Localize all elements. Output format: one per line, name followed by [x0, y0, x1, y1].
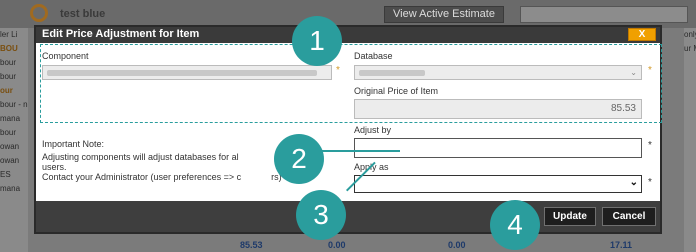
view-active-estimate-button[interactable]: View Active Estimate [384, 6, 504, 23]
background-right-panel: only ur M [684, 28, 696, 252]
background-user-name: test blue [60, 8, 106, 20]
bg-right-text: ur M [684, 44, 696, 53]
bg-left-text: BOU [0, 44, 18, 53]
bg-right-text: only [684, 30, 696, 39]
apply-as-required-marker: * [648, 177, 652, 188]
bg-left-text: ES [0, 170, 11, 179]
adjust-by-input[interactable] [354, 138, 642, 158]
bg-left-text: owan [0, 142, 20, 151]
dialog-title-bar: Edit Price Adjustment for Item X [36, 27, 660, 43]
callout-badge-4: 4 [490, 200, 540, 250]
background-topbar: test blue View Active Estimate [0, 0, 696, 28]
app-logo-icon [30, 4, 48, 22]
dialog-title: Edit Price Adjustment for Item [42, 28, 200, 40]
close-button[interactable]: X [628, 28, 656, 41]
bg-bottom-value: 17.11 [610, 240, 633, 250]
callout-connector-2 [322, 150, 400, 152]
bg-left-text: bour [0, 72, 17, 81]
bg-left-text: our [0, 86, 13, 95]
bg-left-text: bour [0, 58, 17, 67]
background-left-panel: ler Li BOU bour bour our bour - n mana b… [0, 28, 28, 252]
bg-bottom-value: 85.53 [240, 240, 263, 250]
callout-badge-2: 2 [274, 134, 324, 184]
update-button[interactable]: Update [544, 207, 596, 226]
bg-left-text: mana [0, 114, 21, 123]
bg-bottom-value: 0.00 [448, 240, 466, 250]
bg-left-text: bour [0, 128, 17, 137]
apply-as-select[interactable]: ⌄ [354, 175, 642, 193]
background-bottom-row: 85.53 0.00 0.00 17.11 [28, 238, 684, 252]
bg-left-text: mana [0, 184, 21, 193]
background-select[interactable] [520, 6, 688, 23]
bg-left-text: owan [0, 156, 20, 165]
adjust-by-label: Adjust by [354, 125, 392, 135]
bg-bottom-value: 0.00 [328, 240, 346, 250]
adjust-by-required-marker: * [648, 140, 652, 151]
highlight-region [40, 44, 662, 123]
chevron-down-icon: ⌄ [629, 177, 638, 188]
cancel-button[interactable]: Cancel [602, 207, 656, 226]
callout-badge-3: 3 [296, 190, 346, 240]
bg-left-text: bour - n [0, 100, 28, 109]
dialog-footer: Update Cancel [36, 201, 660, 232]
callout-badge-1: 1 [292, 16, 342, 66]
bg-left-text: ler Li [0, 30, 18, 39]
